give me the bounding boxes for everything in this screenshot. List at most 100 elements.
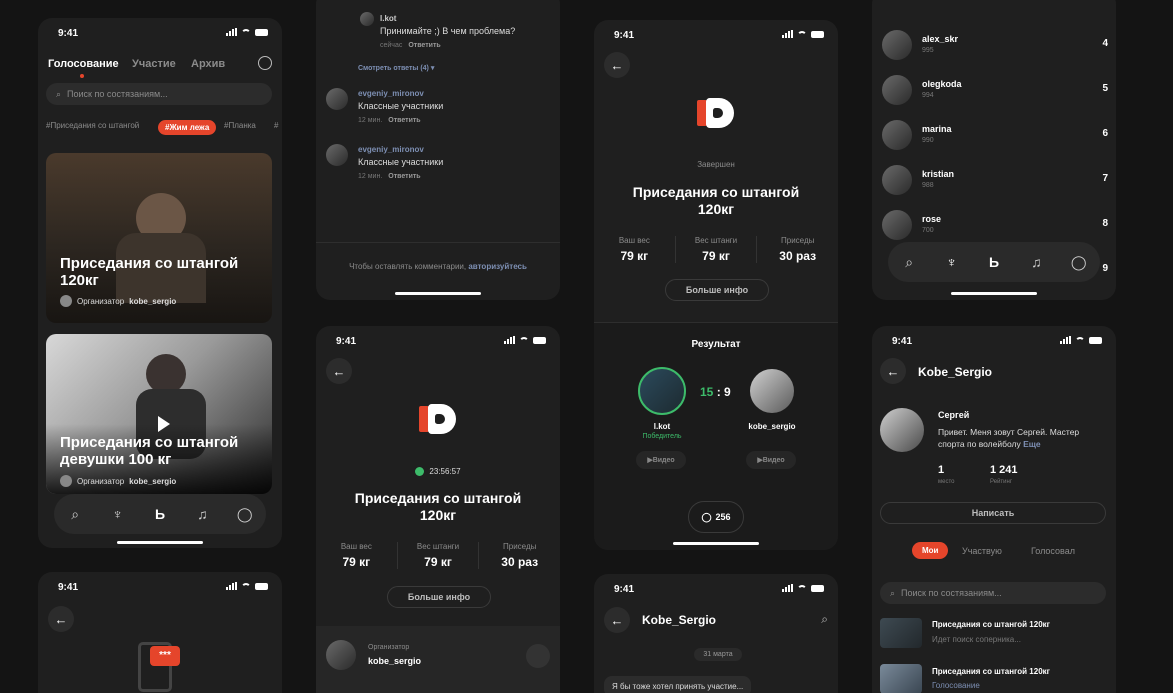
winner-name: l.kot <box>653 422 671 431</box>
avatar <box>882 75 912 105</box>
status-icons <box>782 30 824 38</box>
tag-squats[interactable]: #Приседания со штангой <box>46 121 139 130</box>
contest-thumbnail <box>880 618 922 648</box>
login-prompt: Чтобы оставлять комментарии, авторизуйте… <box>349 262 527 271</box>
video-button[interactable]: ▶ Видео <box>746 451 796 469</box>
tag-more[interactable]: # <box>274 121 278 130</box>
athlete-photo <box>146 354 186 394</box>
trophy-icon[interactable]: ♆ <box>109 506 127 522</box>
leaderboard-row[interactable]: marina 990 6 <box>880 120 1108 160</box>
back-button[interactable]: ← <box>48 606 74 632</box>
back-button[interactable]: ← <box>604 52 630 78</box>
screen-contest-finished: 9:41 ← Завершен Приседания со штангой 120… <box>594 20 838 550</box>
status-bar: 9:41 <box>594 20 838 50</box>
avatar <box>60 475 72 487</box>
contest-item-status: Идет поиск соперника... <box>932 635 1021 644</box>
place-label: место <box>938 479 955 485</box>
tab-participation[interactable]: Участие <box>132 58 176 70</box>
contest-title: Приседания со штангой 120кг <box>632 184 800 217</box>
bio-more-link[interactable]: Еще <box>1023 439 1041 449</box>
back-button[interactable]: ← <box>880 358 906 384</box>
status-bar: 9:41 <box>872 326 1116 356</box>
avatar <box>326 88 348 110</box>
more-info-button[interactable]: Больше инфо <box>387 586 491 608</box>
card-organizer: Организатор kobe_sergio <box>60 475 176 487</box>
screen-voting-feed: 9:41 Голосование Участие Архив ⌕ Поиск по… <box>38 18 282 548</box>
search-icon: ⌕ <box>56 88 62 99</box>
tag-plank[interactable]: #Планка <box>224 121 256 130</box>
login-link[interactable]: авторизуйтесь <box>468 262 527 271</box>
bell-icon[interactable]: ♫ <box>193 506 211 522</box>
leaderboard-row[interactable]: olegkoda 994 5 <box>880 75 1108 115</box>
tab-active-dot <box>80 74 84 78</box>
status-time: 9:41 <box>614 584 635 595</box>
comments-button[interactable]: ◯ 256 <box>688 501 744 533</box>
bell-icon[interactable]: ♫ <box>1027 254 1045 270</box>
video-button[interactable]: ▶ Видео <box>636 451 686 469</box>
profile-bio: Привет. Меня зовут Сергей. Мастер спорта… <box>938 427 1080 449</box>
write-message-button[interactable]: Написать <box>880 502 1106 524</box>
play-icon[interactable] <box>158 416 170 432</box>
chat-title: Kobe_Sergio <box>642 613 717 627</box>
status-bar: 9:41 <box>316 326 560 356</box>
winner-avatar[interactable] <box>638 367 686 415</box>
profile-icon[interactable]: ◯ <box>1070 254 1088 271</box>
tab-mine[interactable]: Мои <box>912 542 949 559</box>
reply-button[interactable]: Ответить <box>408 42 440 49</box>
bottom-nav: ⌕ ♆ Ь ♫ ◯ <box>54 494 266 534</box>
leaderboard-row[interactable]: alex_skr 995 4 <box>880 30 1108 70</box>
contest-card[interactable]: Приседания со штангой девушки 100 кг Орга… <box>46 334 272 494</box>
search-icon[interactable]: ⌕ <box>900 254 918 271</box>
tab-voting[interactable]: Голосование <box>48 58 119 70</box>
contest-stats: Ваш вес 79 кг Вес штанги 79 кг Приседы 30 р… <box>594 236 838 263</box>
avatar <box>882 30 912 60</box>
back-button[interactable]: ← <box>604 607 630 633</box>
tag-bench-press[interactable]: #Жим лежа <box>158 120 217 135</box>
bottom-nav: ⌕ ♆ Ь ♫ ◯ <box>888 242 1100 282</box>
avatar <box>882 210 912 240</box>
profile-first-name: Сергей <box>938 410 970 420</box>
contest-item-title[interactable]: Приседания со штангой 120кг <box>932 620 1050 629</box>
screen-chat: 9:41 ← Kobe_Sergio ⌕ 31 марта Я бы тоже … <box>594 574 838 693</box>
back-button[interactable]: ← <box>326 358 352 384</box>
tab-archive[interactable]: Архив <box>191 58 225 70</box>
logo-icon[interactable]: Ь <box>985 254 1003 270</box>
home-indicator <box>951 292 1037 295</box>
screen-profile: 9:41 ← Kobe_Sergio Сергей Привет. Меня з… <box>872 326 1116 693</box>
see-replies-link[interactable]: Смотреть ответы (4) ▾ <box>358 64 434 72</box>
status-time: 9:41 <box>614 30 635 41</box>
search-icon[interactable]: ⌕ <box>66 506 84 523</box>
tab-voted[interactable]: Голосовал <box>1031 546 1075 556</box>
contest-stats: Ваш вес 79 кг Вес штанги 79 кг Приседы 30 р… <box>316 542 560 569</box>
status-icons <box>226 582 268 590</box>
screen-partial: 9:41 ← *** <box>38 572 282 693</box>
organizer-name[interactable]: kobe_sergio <box>368 656 421 666</box>
result-title: Результат <box>691 339 741 350</box>
chat-icon[interactable] <box>526 644 550 668</box>
logo-icon[interactable]: Ь <box>151 506 169 522</box>
reply-button[interactable]: Ответить <box>388 117 420 124</box>
home-indicator <box>395 292 481 295</box>
home-indicator <box>673 542 759 545</box>
contest-item-title[interactable]: Приседания со штангой 120кг <box>932 667 1050 676</box>
chat-icon[interactable] <box>258 56 272 70</box>
screen-leaderboard: alex_skr 995 4 olegkoda 994 5 marina 990 6 kri… <box>872 0 1116 300</box>
avatar <box>326 144 348 166</box>
leaderboard-row[interactable]: kristian 988 7 <box>880 165 1108 205</box>
status-time: 9:41 <box>892 336 913 347</box>
trophy-icon[interactable]: ♆ <box>943 254 961 270</box>
profile-icon[interactable]: ◯ <box>236 506 254 523</box>
avatar <box>60 295 72 307</box>
contest-card[interactable]: Приседания со штангой 120кг Организатор ko… <box>46 153 272 323</box>
password-bubble: *** <box>150 646 180 666</box>
more-info-button[interactable]: Больше инфо <box>665 279 769 301</box>
search-icon[interactable]: ⌕ <box>821 612 828 627</box>
opponent-avatar[interactable] <box>750 369 794 413</box>
search-input[interactable]: ⌕ Поиск по состязаниям... <box>880 582 1106 604</box>
card-organizer: Организатор kobe_sergio <box>60 295 176 307</box>
result-panel: Результат l.kot Победитель 15 : 9 kobe_s… <box>594 322 838 550</box>
reply-button[interactable]: Ответить <box>388 173 420 180</box>
search-input[interactable]: ⌕ Поиск по состязаниям... <box>46 83 272 105</box>
tab-participating[interactable]: Участвую <box>962 546 1002 556</box>
reply-comment: l.kot Принимайте ;) В чем проблема? сейч… <box>380 14 516 49</box>
